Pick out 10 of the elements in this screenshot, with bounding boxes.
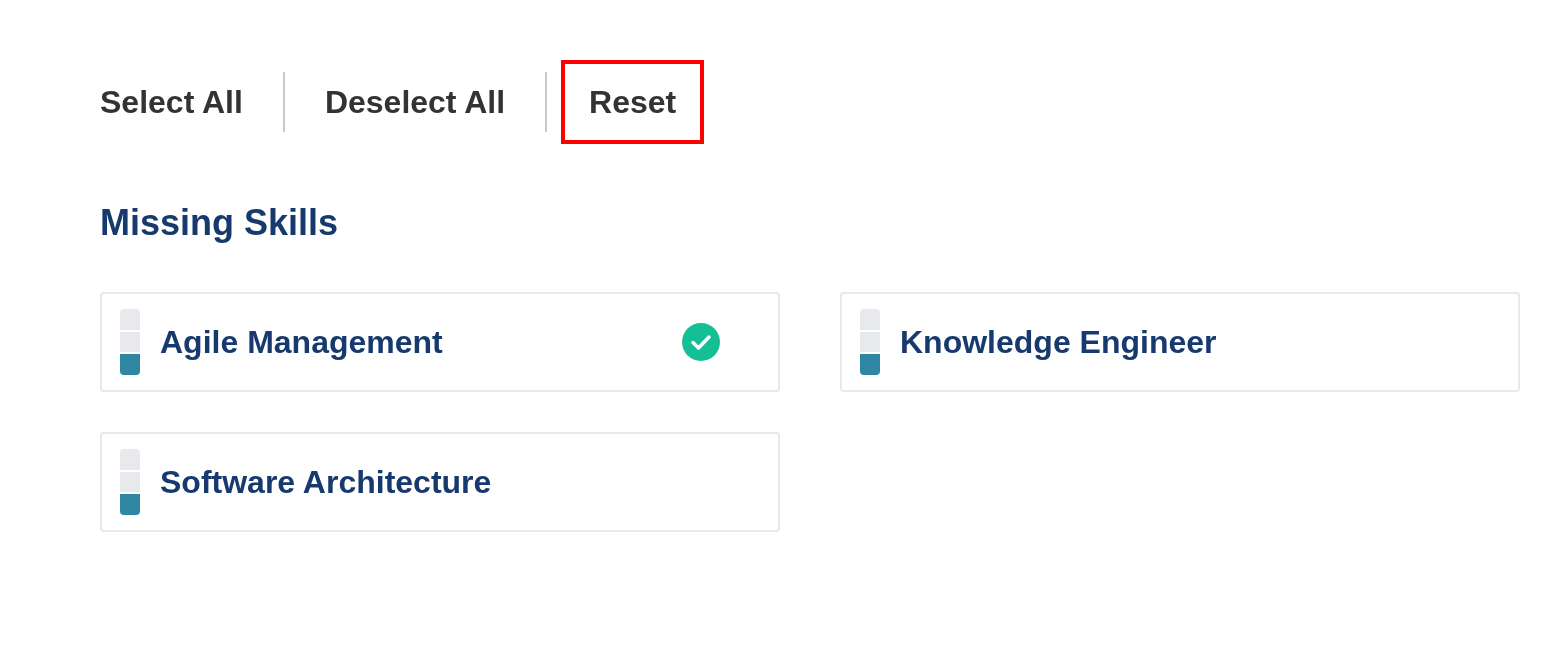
section-title: Missing Skills xyxy=(100,201,340,245)
action-button[interactable]: Select All xyxy=(100,60,243,144)
skill-card[interactable]: Knowledge Engineer xyxy=(840,292,1520,392)
action-button[interactable]: Deselect All xyxy=(324,60,506,144)
skill-name: Agile Management xyxy=(160,323,444,362)
skill-name: Knowledge Engineer xyxy=(900,323,1218,362)
skill-card[interactable]: Agile Management xyxy=(100,292,780,392)
action-button[interactable]: Reset xyxy=(561,60,705,144)
skill-card[interactable]: Software Architecture xyxy=(100,432,780,532)
skill-name: Software Architecture xyxy=(160,463,493,502)
